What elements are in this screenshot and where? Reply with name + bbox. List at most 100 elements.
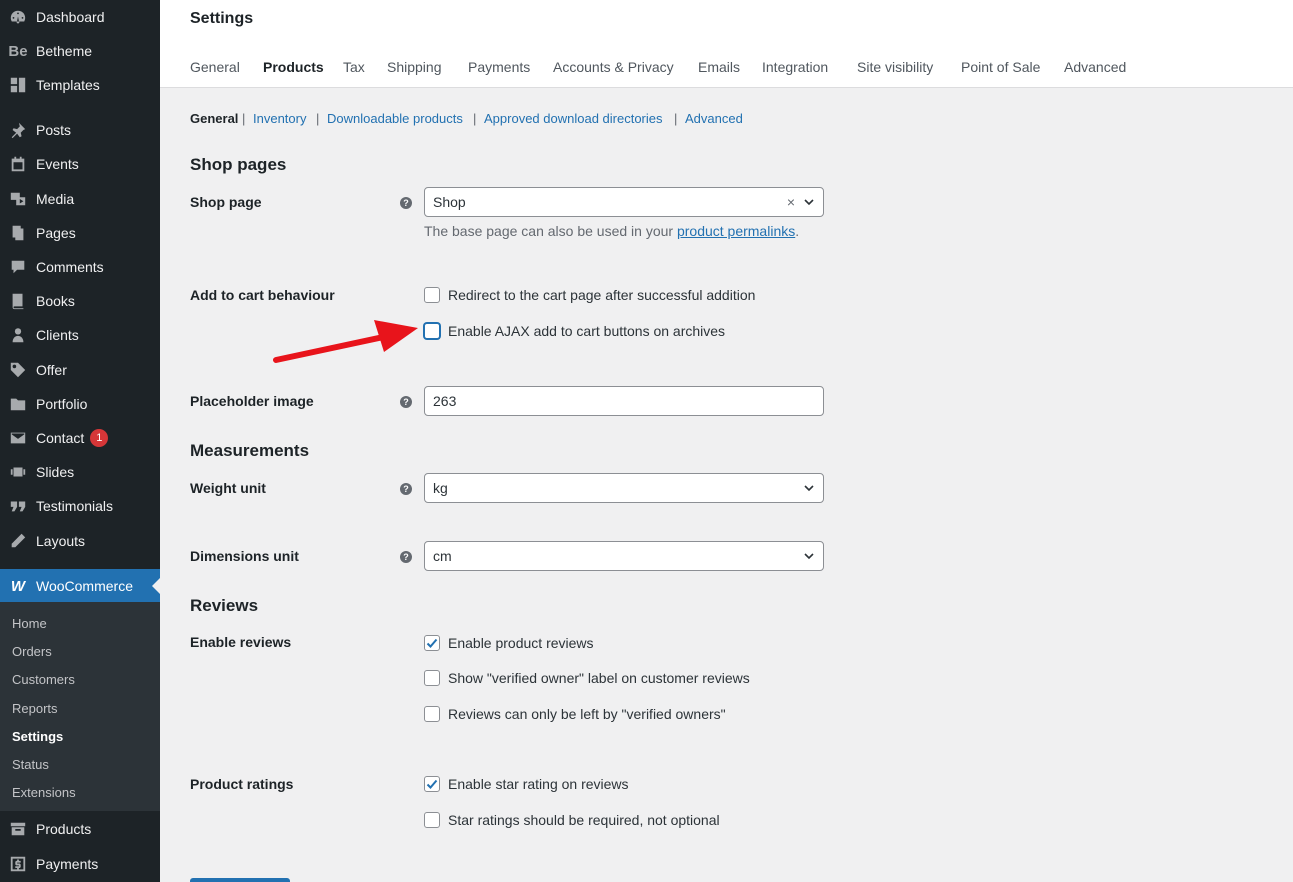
placeholder-image-value: 263 (433, 393, 457, 409)
verified-owners-only-checkbox[interactable] (424, 706, 440, 722)
help-icon[interactable]: ? (400, 483, 412, 495)
menu-label: Portfolio (36, 396, 88, 412)
subnav-approved-directories[interactable]: Approved download directories (484, 111, 663, 126)
redirect-checkbox[interactable] (424, 287, 440, 303)
add-to-cart-label: Add to cart behaviour (190, 287, 335, 303)
menu-portfolio[interactable]: Portfolio (0, 387, 160, 421)
subnav-separator: | (473, 111, 477, 126)
tab-accounts-privacy[interactable]: Accounts & Privacy (553, 59, 674, 75)
menu-testimonials[interactable]: Testimonials (0, 489, 160, 523)
menu-layouts[interactable]: Layouts (0, 524, 160, 558)
submenu-home[interactable]: Home (12, 616, 47, 631)
comment-icon (8, 257, 28, 277)
templates-icon (8, 75, 28, 95)
tab-site-visibility[interactable]: Site visibility (857, 59, 933, 75)
enable-product-reviews-checkbox[interactable] (424, 635, 440, 651)
quote-icon (8, 496, 28, 516)
dashboard-icon (8, 7, 28, 27)
menu-comments[interactable]: Comments (0, 250, 160, 284)
redirect-to-cart-option[interactable]: Redirect to the cart page after successf… (424, 287, 755, 303)
calendar-icon (8, 154, 28, 174)
subnav-link[interactable]: Approved download directories (484, 111, 663, 126)
section-title-reviews: Reviews (190, 596, 259, 615)
save-button[interactable] (190, 878, 290, 882)
subnav-link[interactable]: Inventory (253, 111, 306, 126)
menu-label: Books (36, 293, 75, 309)
weight-unit-value: kg (433, 480, 448, 496)
product-permalinks-link[interactable]: product permalinks (677, 223, 795, 239)
menu-templates[interactable]: Templates (0, 68, 160, 102)
tab-tax[interactable]: Tax (343, 59, 365, 75)
placeholder-image-input[interactable]: 263 (424, 386, 824, 416)
menu-media[interactable]: Media (0, 182, 160, 216)
menu-dashboard[interactable]: Dashboard (0, 0, 160, 34)
help-icon[interactable]: ? (400, 396, 412, 408)
checkmark-icon (426, 779, 438, 789)
placeholder-image-label: Placeholder image (190, 393, 314, 409)
checkbox-label: Enable AJAX add to cart buttons on archi… (448, 323, 726, 339)
help-icon[interactable]: ? (400, 551, 412, 563)
menu-label: Events (36, 156, 79, 172)
tab-emails[interactable]: Emails (698, 59, 740, 75)
menu-contact[interactable]: Contact 1 (0, 421, 160, 455)
menu-slides[interactable]: Slides (0, 455, 160, 489)
tab-shipping[interactable]: Shipping (387, 59, 442, 75)
enable-star-rating-option[interactable]: Enable star rating on reviews (424, 776, 629, 792)
menu-label: Templates (36, 77, 100, 93)
submenu-settings[interactable]: Settings (12, 729, 63, 744)
red-arrow-annotation (273, 320, 418, 363)
subnav-general[interactable]: General (190, 111, 238, 126)
menu-clients[interactable]: Clients (0, 318, 160, 352)
enable-product-reviews-option[interactable]: Enable product reviews (424, 635, 594, 651)
menu-label: Dashboard (36, 9, 105, 25)
section-title-measurements: Measurements (190, 441, 310, 460)
submenu-status[interactable]: Status (12, 757, 49, 772)
menu-pages[interactable]: Pages (0, 216, 160, 250)
subnav-link[interactable]: Advanced (685, 111, 743, 126)
page-title: Settings (190, 10, 254, 27)
weight-unit-select[interactable]: kg (424, 473, 824, 503)
pencil-icon (8, 531, 28, 551)
help-icon[interactable]: ? (400, 197, 412, 209)
submenu-orders[interactable]: Orders (12, 644, 52, 659)
subnav-advanced[interactable]: Advanced (685, 111, 743, 126)
clear-icon[interactable]: × (787, 194, 795, 210)
tab-integration[interactable]: Integration (762, 59, 828, 75)
menu-betheme[interactable]: Be Betheme (0, 34, 160, 68)
dimensions-unit-select[interactable]: cm (424, 541, 824, 571)
menu-payments[interactable]: Payments (0, 847, 160, 881)
tab-point-of-sale[interactable]: Point of Sale (961, 59, 1040, 75)
menu-posts[interactable]: Posts (0, 113, 160, 147)
star-rating-required-checkbox[interactable] (424, 812, 440, 828)
menu-woocommerce[interactable]: W WooCommerce (0, 569, 160, 603)
submenu-reports[interactable]: Reports (12, 701, 58, 716)
menu-label: Clients (36, 327, 79, 343)
enable-star-rating-checkbox[interactable] (424, 776, 440, 792)
menu-offer[interactable]: Offer (0, 353, 160, 387)
tab-advanced[interactable]: Advanced (1064, 59, 1126, 75)
menu-books[interactable]: Books (0, 284, 160, 318)
menu-events[interactable]: Events (0, 147, 160, 181)
shop-page-select[interactable]: Shop × (424, 187, 824, 217)
menu-label: Comments (36, 259, 104, 275)
ajax-add-to-cart-option[interactable]: Enable AJAX add to cart buttons on archi… (424, 323, 725, 339)
menu-label: Posts (36, 122, 72, 138)
verified-owner-label-option[interactable]: Show "verified owner" label on customer … (424, 670, 750, 686)
tab-payments[interactable]: Payments (468, 59, 530, 75)
tab-general[interactable]: General (190, 59, 240, 75)
subnav-downloadable[interactable]: Downloadable products (327, 111, 463, 126)
menu-label: Pages (36, 225, 76, 241)
subnav-link[interactable]: Downloadable products (327, 111, 463, 126)
subnav-inventory[interactable]: Inventory (253, 111, 306, 126)
star-rating-required-option[interactable]: Star ratings should be required, not opt… (424, 812, 720, 828)
verified-owner-label-checkbox[interactable] (424, 670, 440, 686)
admin-sidebar: Dashboard Be Betheme Templates Posts Eve… (0, 0, 160, 882)
dimensions-unit-label: Dimensions unit (190, 548, 299, 564)
menu-products[interactable]: Products (0, 812, 160, 846)
submenu-customers[interactable]: Customers (12, 672, 75, 687)
verified-owners-only-option[interactable]: Reviews can only be left by "verified ow… (424, 706, 726, 722)
checkbox-label: Show "verified owner" label on customer … (448, 670, 750, 686)
slides-icon (8, 462, 28, 482)
tab-products[interactable]: Products (263, 59, 324, 75)
submenu-extensions[interactable]: Extensions (12, 785, 76, 800)
